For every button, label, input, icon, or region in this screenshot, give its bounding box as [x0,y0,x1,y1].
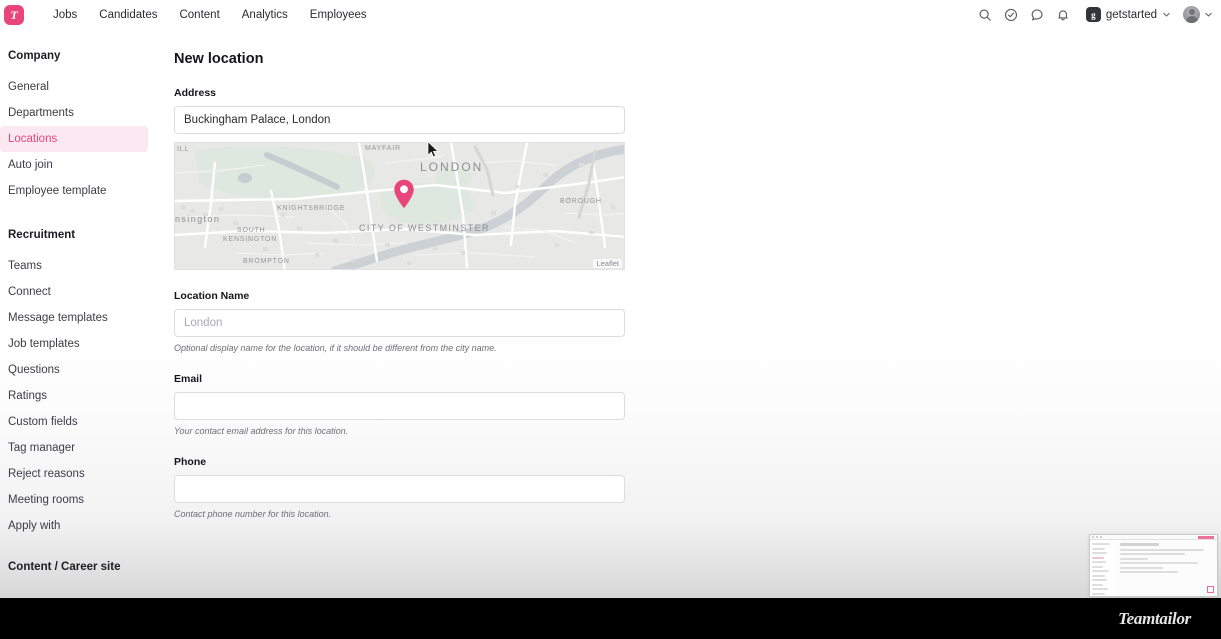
field-address: Address [174,87,634,134]
preview-dot [1092,536,1094,538]
sidebar-item-questions[interactable]: Questions [0,357,148,383]
footer-wordmark: Teamtailor [1118,608,1191,628]
account-name: getstarted [1105,8,1157,21]
sidebar-item-ratings[interactable]: Ratings [0,383,148,409]
chevron-down-icon [1204,10,1213,19]
main-nav: Jobs Candidates Content Analytics Employ… [42,5,378,25]
sidebar-item-tag-manager[interactable]: Tag manager [0,435,148,461]
nav-item-content[interactable]: Content [168,5,230,25]
nav-item-jobs[interactable]: Jobs [42,5,88,25]
sidebar-item-apply-with[interactable]: Apply with [0,513,148,539]
chat-icon[interactable] [1024,2,1050,28]
location-map[interactable]: ILL MAYFAIR LONDON KNIGHTSBRIDGE nsingto… [174,142,625,270]
check-circle-icon[interactable] [998,2,1024,28]
preview-accent-bar [1198,536,1214,539]
top-header: T Jobs Candidates Content Analytics Empl… [0,0,1221,29]
phone-label: Phone [174,456,207,468]
sidebar-item-custom-fields[interactable]: Custom fields [0,409,148,435]
chevron-down-icon [1162,10,1171,19]
preview-dot [1100,536,1102,538]
preview-sidebar [1090,540,1116,596]
field-location-name: Location Name Optional display name for … [174,290,634,353]
sidebar-item-reject-reasons[interactable]: Reject reasons [0,461,148,487]
preview-body [1090,540,1217,596]
nav-item-employees[interactable]: Employees [299,5,378,25]
app-root: T Jobs Candidates Content Analytics Empl… [0,0,1221,639]
sidebar-item-message-templates[interactable]: Message templates [0,305,148,331]
sidebar-item-connect[interactable]: Connect [0,279,148,305]
sidebar-item-meeting-rooms[interactable]: Meeting rooms [0,487,148,513]
avatar [1183,6,1200,23]
nav-item-candidates[interactable]: Candidates [88,5,168,25]
leaflet-attribution[interactable]: Leaflet [593,259,622,268]
preview-accent-square [1207,586,1214,593]
account-switcher[interactable]: g getstarted [1085,7,1171,22]
location-name-input[interactable] [174,309,625,337]
preview-dot [1096,536,1098,538]
email-input[interactable] [174,392,625,420]
account-badge: g [1085,7,1101,22]
phone-input[interactable] [174,475,625,503]
address-label: Address [174,87,217,99]
sidebar-section-company: Company [8,50,61,62]
sidebar-item-job-templates[interactable]: Job templates [0,331,148,357]
teamtailor-logo[interactable]: T [4,4,24,25]
location-name-label: Location Name [174,290,250,302]
nav-item-analytics[interactable]: Analytics [231,5,299,25]
preview-thumbnail[interactable] [1089,534,1218,597]
sidebar-item-auto-join[interactable]: Auto join [0,152,148,178]
sidebar-item-employee-template[interactable]: Employee template [0,178,148,204]
sidebar-item-locations[interactable]: Locations [0,126,148,152]
header-actions: g getstarted [972,2,1221,28]
email-label: Email [174,373,203,385]
logo-letter: T [10,7,18,22]
address-input[interactable] [174,106,625,134]
main-content: New location Address Buckingham Palace, … [174,29,634,519]
map-tiles [175,143,624,269]
field-email: Email Your contact email address for thi… [174,373,634,436]
sidebar-section-recruitment: Recruitment [8,229,76,241]
preview-main [1116,540,1217,596]
user-menu[interactable] [1183,6,1213,23]
sidebar-item-departments[interactable]: Departments [0,100,148,126]
sidebar-item-general[interactable]: General [0,74,148,100]
sidebar-section-content-career-site: Content / Career site [8,561,121,573]
location-name-hint: Optional display name for the location, … [174,343,497,353]
field-phone: Phone Contact phone number for this loca… [174,456,634,519]
search-icon[interactable] [972,2,998,28]
page-footer: Teamtailor [0,598,1221,639]
settings-sidebar: Company General Departments Locations Au… [0,29,160,598]
sidebar-item-teams[interactable]: Teams [0,253,148,279]
bell-icon[interactable] [1050,2,1076,28]
phone-hint: Contact phone number for this location. [174,509,332,519]
page-title: New location [174,51,264,67]
email-hint: Your contact email address for this loca… [174,426,349,436]
